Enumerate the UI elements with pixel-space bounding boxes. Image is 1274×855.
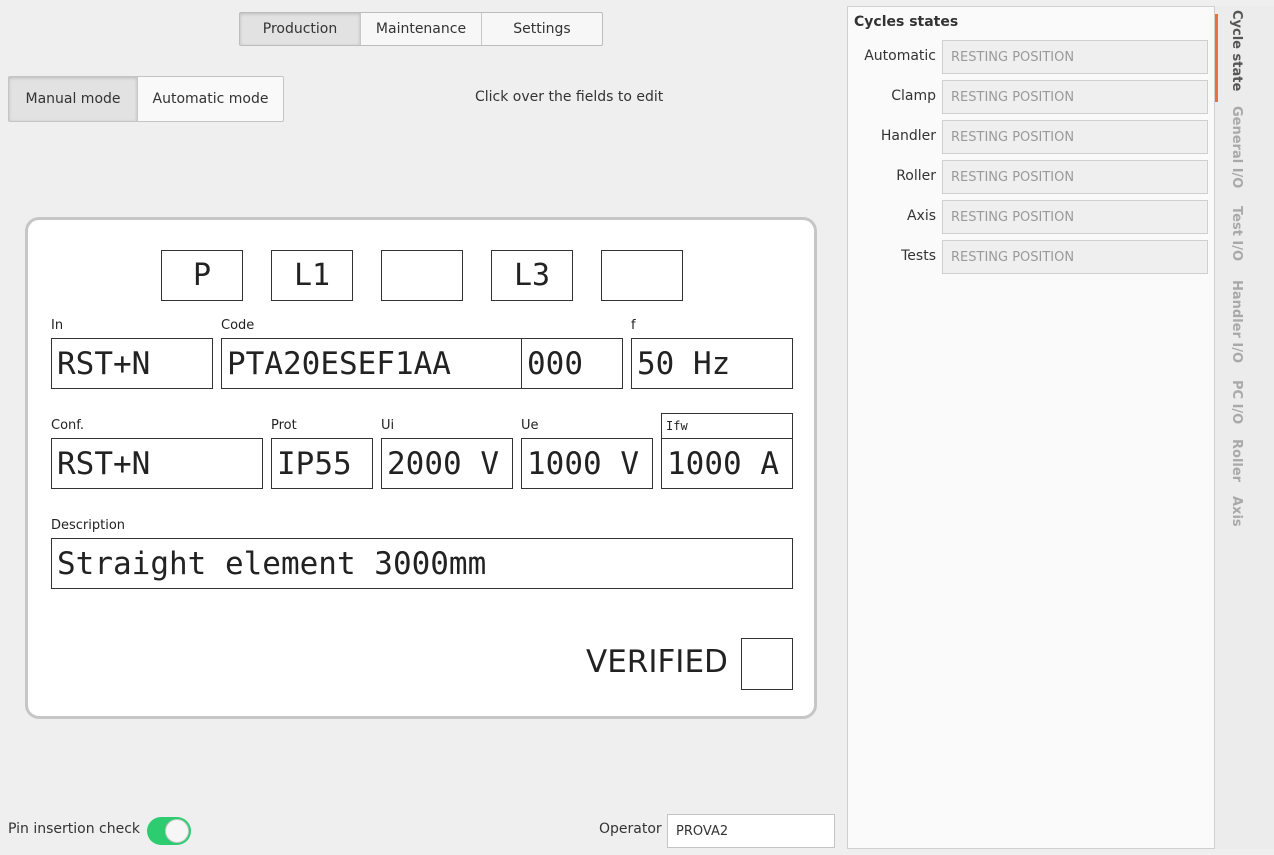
- side-tab-roller[interactable]: Roller: [1215, 435, 1263, 491]
- cycle-value: RESTING POSITION: [942, 120, 1208, 154]
- side-tab-handler-io[interactable]: Handler I/O: [1215, 276, 1263, 374]
- cycle-row-axis: Axis RESTING POSITION: [848, 200, 1208, 234]
- in-label: In: [51, 318, 64, 333]
- ue-field[interactable]: 1000 V: [521, 438, 653, 489]
- side-tab-label: PC I/O: [1229, 380, 1244, 425]
- cycle-value: RESTING POSITION: [942, 80, 1208, 114]
- phase-box-l1[interactable]: L1: [271, 250, 353, 301]
- side-tab-label: Axis: [1229, 496, 1244, 527]
- cycle-value: RESTING POSITION: [942, 200, 1208, 234]
- cycle-value: RESTING POSITION: [942, 40, 1208, 74]
- code-suffix-field[interactable]: 000: [521, 338, 623, 389]
- verified-label: VERIFIED: [586, 644, 728, 680]
- tab-settings[interactable]: Settings: [482, 13, 602, 45]
- automatic-mode-button[interactable]: Automatic mode: [138, 77, 283, 121]
- cycle-label: Tests: [901, 248, 936, 264]
- phase-box-p[interactable]: P: [161, 250, 243, 301]
- nameplate-card: P L1 L3 In RST+N Code PTA20ESEF1AA 000 f…: [25, 217, 817, 719]
- description-label: Description: [51, 518, 126, 533]
- cycle-label: Axis: [906, 208, 936, 224]
- description-field[interactable]: Straight element 3000mm: [51, 538, 793, 589]
- phase-box-l3[interactable]: L3: [491, 250, 573, 301]
- frequency-label: f: [631, 318, 636, 333]
- code-label: Code: [221, 318, 255, 333]
- phase-box-n[interactable]: [601, 250, 683, 301]
- side-tab-pc-io[interactable]: PC I/O: [1215, 376, 1263, 432]
- top-tab-bar: Production Maintenance Settings: [239, 12, 603, 46]
- pin-insertion-label: Pin insertion check: [8, 821, 141, 837]
- in-field[interactable]: RST+N: [51, 338, 213, 389]
- side-tab-axis[interactable]: Axis: [1215, 492, 1263, 532]
- ue-label: Ue: [521, 418, 539, 433]
- side-tab-label: Handler I/O: [1229, 280, 1244, 364]
- cycle-value: RESTING POSITION: [942, 160, 1208, 194]
- edit-hint: Click over the fields to edit: [475, 89, 664, 105]
- tab-production[interactable]: Production: [240, 13, 361, 45]
- cycles-title: Cycles states: [854, 14, 959, 30]
- prot-field[interactable]: IP55: [271, 438, 373, 489]
- tab-maintenance[interactable]: Maintenance: [361, 13, 482, 45]
- toggle-knob: [165, 819, 189, 843]
- pin-insertion-toggle[interactable]: [147, 817, 191, 845]
- side-tab-test-io[interactable]: Test I/O: [1215, 202, 1263, 268]
- frequency-field[interactable]: 50 Hz: [631, 338, 793, 389]
- cycle-label: Clamp: [891, 88, 936, 104]
- side-tab-label: Test I/O: [1229, 206, 1244, 262]
- prot-label: Prot: [271, 418, 297, 433]
- cycle-label: Automatic: [864, 48, 936, 64]
- side-tab-general-io[interactable]: General I/O: [1215, 102, 1263, 198]
- manual-mode-button[interactable]: Manual mode: [9, 77, 138, 121]
- ui-label: Ui: [381, 418, 395, 433]
- ui-field[interactable]: 2000 V: [381, 438, 513, 489]
- cycle-row-automatic: Automatic RESTING POSITION: [848, 40, 1208, 74]
- side-tab-cycle-state[interactable]: Cycle state: [1215, 6, 1263, 102]
- ifw-label[interactable]: Ifw: [661, 413, 793, 439]
- cycle-label: Handler: [880, 128, 936, 144]
- side-tab-label: Cycle state: [1229, 10, 1244, 92]
- code-field[interactable]: PTA20ESEF1AA: [221, 338, 523, 389]
- cycle-row-handler: Handler RESTING POSITION: [848, 120, 1208, 154]
- cycle-row-roller: Roller RESTING POSITION: [848, 160, 1208, 194]
- side-tab-label: General I/O: [1229, 106, 1244, 189]
- cycle-label: Roller: [896, 168, 936, 184]
- cycle-value: RESTING POSITION: [942, 240, 1208, 274]
- ifw-field[interactable]: 1000 A: [661, 438, 793, 489]
- side-tab-label: Roller: [1229, 439, 1244, 483]
- cycle-row-clamp: Clamp RESTING POSITION: [848, 80, 1208, 114]
- operator-label: Operator: [599, 821, 662, 837]
- conf-label: Conf.: [51, 418, 85, 433]
- mode-switch: Manual mode Automatic mode: [8, 76, 284, 122]
- cycle-row-tests: Tests RESTING POSITION: [848, 240, 1208, 274]
- operator-input[interactable]: PROVA2: [667, 814, 835, 848]
- verified-checkbox[interactable]: [741, 638, 793, 690]
- phase-box-l2[interactable]: [381, 250, 463, 301]
- conf-field[interactable]: RST+N: [51, 438, 263, 489]
